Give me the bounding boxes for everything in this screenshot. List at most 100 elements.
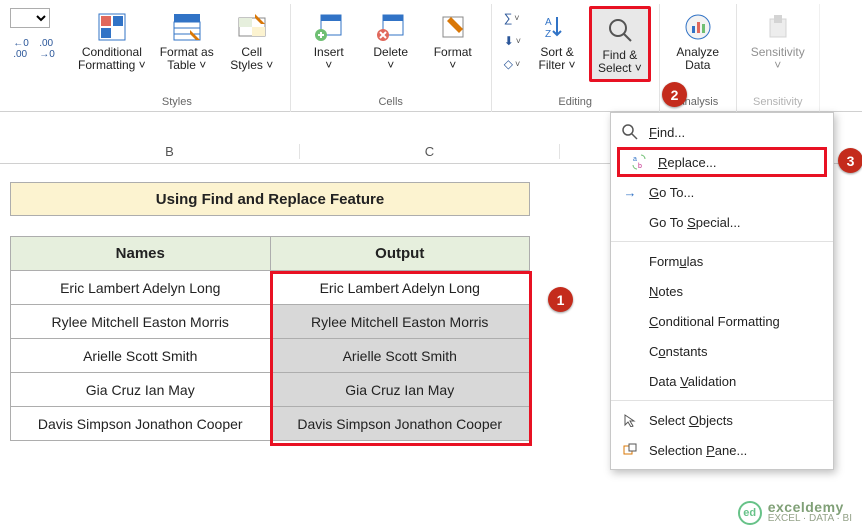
menu-selobj-label: Select Objects	[649, 413, 733, 428]
increase-decimal-button[interactable]: ←0.00	[10, 38, 32, 60]
find-select-button[interactable]: Find &Select ˅	[589, 6, 651, 82]
delete-label: Delete˅	[373, 46, 408, 72]
menu-data-validation[interactable]: Data Validation	[611, 366, 833, 396]
cell-name[interactable]: Rylee Mitchell Easton Morris	[11, 305, 271, 339]
insert-icon	[312, 10, 346, 44]
watermark: ed exceldemy EXCEL · DATA · BI	[738, 501, 852, 525]
callout-2: 2	[662, 82, 687, 107]
table-row: Eric Lambert Adelyn LongEric Lambert Ade…	[11, 271, 530, 305]
menu-select-objects[interactable]: Select Objects	[611, 405, 833, 435]
menu-notes-label: Notes	[649, 284, 683, 299]
watermark-tag: EXCEL · DATA · BI	[768, 513, 852, 524]
sort-filter-button[interactable]: AZ Sort &Filter ˅	[527, 6, 587, 82]
sensitivity-button[interactable]: Sensitivity˅	[745, 6, 811, 76]
watermark-logo-icon: ed	[738, 501, 762, 525]
find-select-menu: Find... ab Replace... → Go To... Go To S…	[610, 112, 834, 470]
menu-formulas-label: Formulas	[649, 254, 703, 269]
cell-styles-icon	[235, 10, 269, 44]
sensitivity-icon	[761, 10, 795, 44]
replace-icon: ab	[630, 153, 648, 171]
cell-output[interactable]: Eric Lambert Adelyn Long	[270, 271, 530, 305]
cursor-icon	[621, 411, 639, 429]
sort-filter-icon: AZ	[540, 10, 574, 44]
menu-notes[interactable]: Notes	[611, 276, 833, 306]
cell-name[interactable]: Davis Simpson Jonathon Cooper	[11, 407, 271, 441]
sensitivity-label: Sensitivity˅	[751, 46, 805, 72]
cell-output[interactable]: Rylee Mitchell Easton Morris	[270, 305, 530, 339]
menu-constants[interactable]: Constants	[611, 336, 833, 366]
fill-button[interactable]: ⬇˅	[504, 31, 521, 51]
format-as-table-label: Format asTable ˅	[160, 46, 214, 72]
clear-button[interactable]: ◇˅	[504, 54, 521, 74]
cell-styles-label: CellStyles ˅	[230, 46, 273, 72]
format-icon	[436, 10, 470, 44]
menu-goto[interactable]: → Go To...	[611, 177, 833, 207]
callout-3: 3	[838, 148, 862, 173]
number-group: ←0.00 .00→0	[4, 4, 64, 64]
table-row: Davis Simpson Jonathon CooperDavis Simps…	[11, 407, 530, 441]
menu-formulas[interactable]: Formulas	[611, 246, 833, 276]
group-label-styles: Styles	[162, 96, 192, 112]
selection-pane-icon	[621, 441, 639, 459]
conditional-formatting-button[interactable]: ConditionalFormatting ˅	[72, 6, 152, 76]
col-header-b[interactable]: B	[40, 144, 300, 159]
svg-text:b: b	[638, 163, 642, 170]
sort-filter-label: Sort &Filter ˅	[539, 46, 576, 72]
menu-conditional-formatting[interactable]: Conditional Formatting	[611, 306, 833, 336]
menu-condfmt-label: Conditional Formatting	[649, 314, 780, 329]
delete-icon	[374, 10, 408, 44]
decrease-decimal-button[interactable]: .00→0	[36, 38, 58, 60]
insert-label: Insert˅	[314, 46, 344, 72]
svg-text:Z: Z	[545, 29, 551, 40]
cell-name[interactable]: Eric Lambert Adelyn Long	[11, 271, 271, 305]
conditional-formatting-icon	[95, 10, 129, 44]
group-cells: Insert˅ Delete˅ Format˅ Cells	[291, 4, 492, 112]
group-editing: ∑˅ ⬇˅ ◇˅ AZ Sort &Filter ˅ Find &Select …	[492, 4, 660, 112]
eraser-icon: ◇	[504, 57, 513, 71]
group-styles: ConditionalFormatting ˅ Format asTable ˅…	[64, 4, 291, 112]
sheet-title: Using Find and Replace Feature	[10, 182, 530, 216]
group-label-sensitivity: Sensitivity	[753, 96, 803, 112]
number-format-select[interactable]	[10, 8, 50, 28]
cell-styles-button[interactable]: CellStyles ˅	[222, 6, 282, 76]
header-output[interactable]: Output	[270, 237, 530, 271]
menu-goto-label: Go To...	[649, 185, 694, 200]
menu-replace[interactable]: ab Replace...	[617, 147, 827, 177]
table-row: Gia Cruz Ian MayGia Cruz Ian May	[11, 373, 530, 407]
autosum-button[interactable]: ∑˅	[504, 8, 521, 28]
menu-separator	[611, 400, 833, 401]
group-label-cells: Cells	[378, 96, 402, 112]
menu-goto-special[interactable]: Go To Special...	[611, 207, 833, 237]
cell-output[interactable]: Arielle Scott Smith	[270, 339, 530, 373]
format-label: Format˅	[434, 46, 472, 72]
col-header-c[interactable]: C	[300, 144, 560, 159]
format-as-table-button[interactable]: Format asTable ˅	[154, 6, 220, 76]
menu-selection-pane[interactable]: Selection Pane...	[611, 435, 833, 465]
find-select-label: Find &Select ˅	[598, 49, 642, 75]
header-names[interactable]: Names	[11, 237, 271, 271]
menu-goto-special-label: Go To Special...	[649, 215, 741, 230]
analyze-data-button[interactable]: AnalyzeData	[668, 6, 728, 76]
cell-name[interactable]: Arielle Scott Smith	[11, 339, 271, 373]
callout-1: 1	[548, 287, 573, 312]
cell-output[interactable]: Gia Cruz Ian May	[270, 373, 530, 407]
sigma-icon: ∑	[504, 11, 513, 25]
table-row: Rylee Mitchell Easton MorrisRylee Mitche…	[11, 305, 530, 339]
cell-name[interactable]: Gia Cruz Ian May	[11, 373, 271, 407]
watermark-brand: exceldemy	[768, 502, 852, 513]
menu-separator	[611, 241, 833, 242]
menu-find[interactable]: Find...	[611, 117, 833, 147]
menu-selpane-label: Selection Pane...	[649, 443, 747, 458]
format-button[interactable]: Format˅	[423, 6, 483, 76]
group-label-editing: Editing	[558, 96, 592, 112]
delete-button[interactable]: Delete˅	[361, 6, 421, 76]
insert-button[interactable]: Insert˅	[299, 6, 359, 76]
svg-text:A: A	[545, 17, 552, 28]
goto-icon: →	[621, 183, 639, 201]
analyze-data-label: AnalyzeData	[676, 46, 719, 72]
menu-datavalid-label: Data Validation	[649, 374, 736, 389]
analyze-data-icon	[681, 10, 715, 44]
menu-constants-label: Constants	[649, 344, 708, 359]
cell-output[interactable]: Davis Simpson Jonathon Cooper	[270, 407, 530, 441]
conditional-formatting-label: ConditionalFormatting ˅	[78, 46, 146, 72]
